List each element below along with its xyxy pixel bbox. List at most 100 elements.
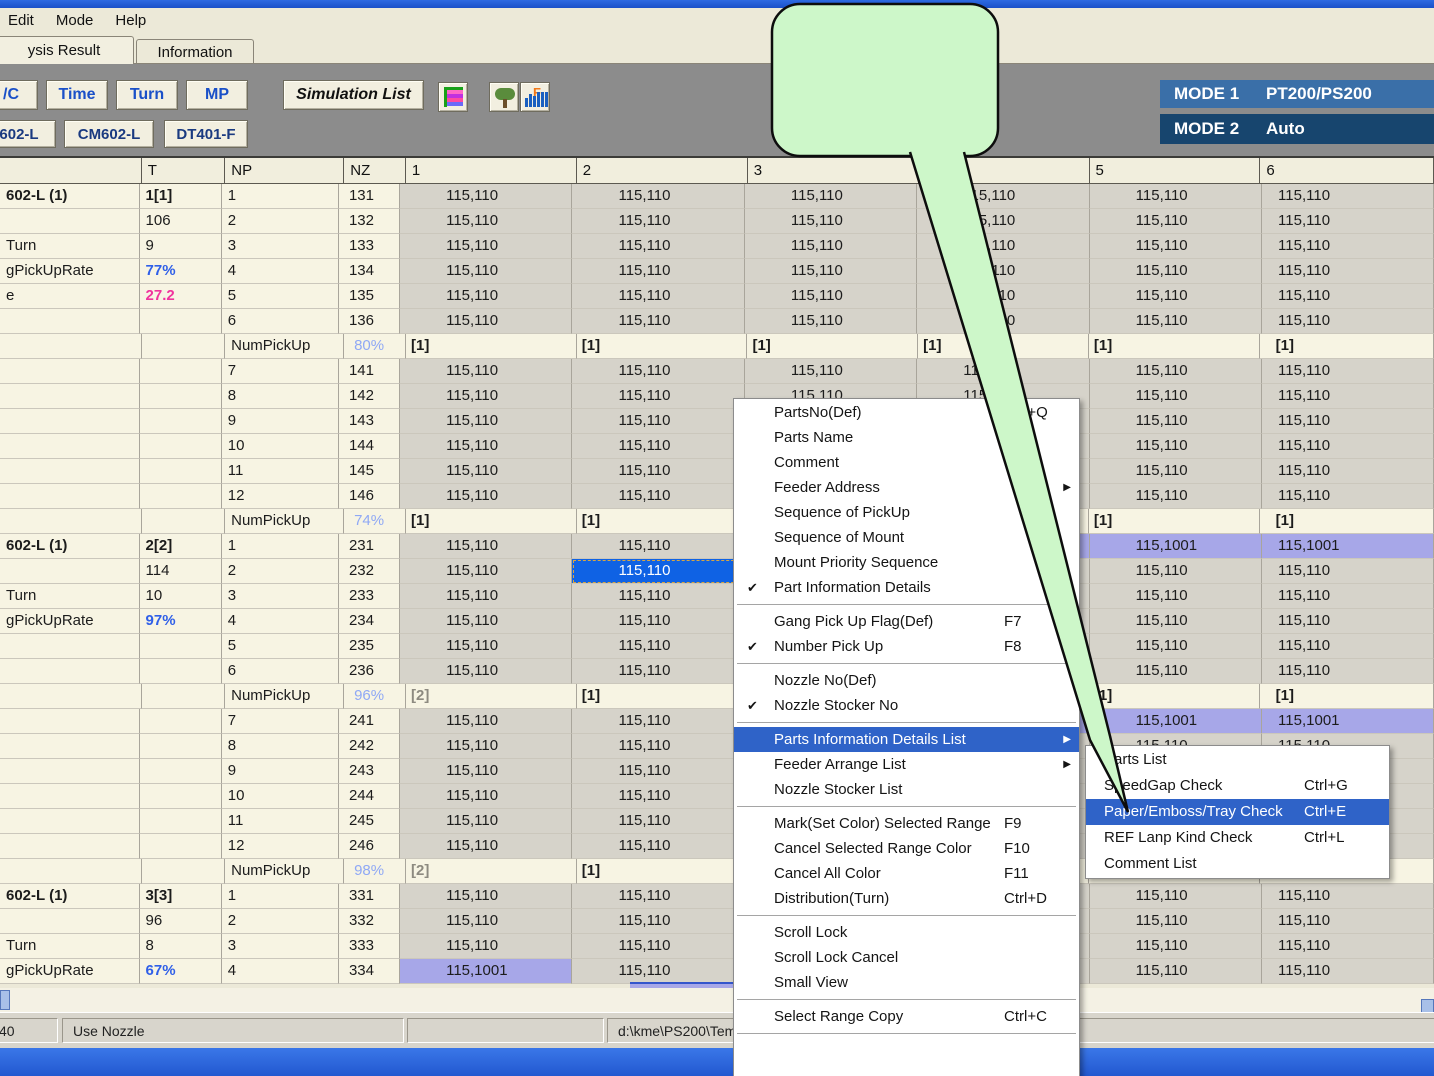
table-cell[interactable]: 115,110 bbox=[400, 434, 572, 459]
machine-button-602l[interactable]: 602-L bbox=[0, 120, 56, 148]
table-cell[interactable]: 115,110 bbox=[917, 259, 1089, 284]
table-cell[interactable]: 115,110 bbox=[572, 284, 744, 309]
table-cell[interactable]: 115,110 bbox=[917, 234, 1089, 259]
t-cell[interactable]: 77% bbox=[140, 259, 222, 284]
table-cell[interactable]: 115,110 bbox=[572, 534, 744, 559]
menu-item-sequence-of-mount[interactable]: Sequence of Mount bbox=[734, 525, 1079, 550]
t-cell[interactable]: 106 bbox=[140, 209, 222, 234]
menu-item-comment-list[interactable]: Comment List bbox=[1086, 851, 1389, 877]
table-cell[interactable]: [1] bbox=[577, 509, 748, 534]
table-cell[interactable]: [1] bbox=[1089, 684, 1260, 709]
table-cell[interactable]: 115,1001 bbox=[1262, 709, 1434, 734]
table-cell[interactable]: 115,110 bbox=[400, 834, 572, 859]
table-cell[interactable]: 115,110 bbox=[400, 309, 572, 334]
menu-item-distribution-turn[interactable]: Distribution(Turn)Ctrl+D bbox=[734, 886, 1079, 911]
np-cell[interactable]: 6 bbox=[222, 659, 339, 684]
table-cell[interactable]: 115,110 bbox=[572, 384, 744, 409]
np-cell[interactable]: 12 bbox=[222, 834, 339, 859]
menu-item-parts-name[interactable]: Parts Name bbox=[734, 425, 1079, 450]
t-cell[interactable] bbox=[140, 734, 222, 759]
nz-cell[interactable]: 244 bbox=[339, 784, 400, 809]
table-cell[interactable]: 115,110 bbox=[1090, 609, 1262, 634]
f-chart-icon[interactable]: F bbox=[520, 82, 550, 112]
tab-information[interactable]: Information bbox=[136, 39, 254, 64]
table-cell[interactable]: 115,110 bbox=[1262, 934, 1434, 959]
t-cell[interactable]: 10 bbox=[140, 584, 222, 609]
table-cell[interactable]: 115,110 bbox=[572, 234, 744, 259]
nz-cell[interactable]: 131 bbox=[339, 184, 400, 209]
np-cell[interactable]: 3 bbox=[222, 934, 339, 959]
np-cell[interactable]: 4 bbox=[222, 959, 339, 984]
np-cell[interactable]: 12 bbox=[222, 484, 339, 509]
menu-item-cancel-selected-range-color[interactable]: Cancel Selected Range ColorF10 bbox=[734, 836, 1079, 861]
nz-cell[interactable]: 242 bbox=[339, 734, 400, 759]
table-cell[interactable]: 115,1001 bbox=[1262, 534, 1434, 559]
table-cell[interactable]: [1] bbox=[577, 684, 748, 709]
table-cell[interactable]: 115,110 bbox=[572, 959, 744, 984]
table-cell[interactable]: [1] bbox=[577, 859, 748, 884]
table-cell[interactable]: 115,110 bbox=[1262, 409, 1434, 434]
nz-cell[interactable]: 245 bbox=[339, 809, 400, 834]
menu-item-nozzle-no-def[interactable]: Nozzle No(Def) bbox=[734, 668, 1079, 693]
nz-cell[interactable]: 232 bbox=[339, 559, 400, 584]
table-cell[interactable]: 115,110 bbox=[572, 359, 744, 384]
t-cell[interactable] bbox=[140, 834, 222, 859]
t-cell[interactable] bbox=[140, 359, 222, 384]
menu-item-comment[interactable]: Comment bbox=[734, 450, 1079, 475]
np-cell[interactable]: 5 bbox=[222, 284, 339, 309]
menu-mode[interactable]: Mode bbox=[56, 12, 94, 29]
nz-cell[interactable]: 134 bbox=[339, 259, 400, 284]
table-cell[interactable]: 115,110 bbox=[1090, 459, 1262, 484]
table-cell[interactable]: 115,110 bbox=[1090, 259, 1262, 284]
table-cell[interactable]: 115,110 bbox=[1262, 559, 1434, 584]
np-cell[interactable]: 2 bbox=[222, 209, 339, 234]
table-cell[interactable]: 115,110 bbox=[400, 584, 572, 609]
t-cell[interactable] bbox=[140, 309, 222, 334]
t-cell[interactable] bbox=[140, 384, 222, 409]
menu-item-nozzle-stocker-list[interactable]: Nozzle Stocker List bbox=[734, 777, 1079, 802]
menu-item-parts-list[interactable]: Parts List bbox=[1086, 747, 1389, 773]
nz-cell[interactable]: 331 bbox=[339, 884, 400, 909]
table-cell[interactable]: 115,110 bbox=[1090, 284, 1262, 309]
menu-item-paper-emboss-tray-check[interactable]: Paper/Emboss/Tray CheckCtrl+E bbox=[1086, 799, 1389, 825]
horizontal-scrollbar[interactable] bbox=[0, 988, 1434, 1012]
t-cell[interactable] bbox=[142, 684, 225, 709]
table-cell[interactable]: 115,110 bbox=[400, 534, 572, 559]
numpickup-label[interactable]: NumPickUp bbox=[225, 509, 344, 534]
table-cell[interactable]: 115,110 bbox=[1262, 259, 1434, 284]
table-cell[interactable]: [1] bbox=[1260, 334, 1434, 359]
table-cell[interactable]: 115,110 bbox=[1090, 184, 1262, 209]
np-cell[interactable]: 1 bbox=[222, 884, 339, 909]
table-cell[interactable]: [1] bbox=[577, 334, 748, 359]
np-cell[interactable]: 8 bbox=[222, 384, 339, 409]
np-cell[interactable]: 3 bbox=[222, 234, 339, 259]
table-cell[interactable]: 115,110 bbox=[572, 609, 744, 634]
menu-item-speedgap-check[interactable]: SpeedGap CheckCtrl+G bbox=[1086, 773, 1389, 799]
nz-cell[interactable]: 132 bbox=[339, 209, 400, 234]
machine-button-cm602l[interactable]: CM602-L bbox=[64, 120, 154, 148]
table-cell[interactable]: 115,1001 bbox=[1090, 534, 1262, 559]
table-cell[interactable]: 115,110 bbox=[1090, 434, 1262, 459]
table-cell[interactable]: 115,110 bbox=[1262, 584, 1434, 609]
np-cell[interactable]: 4 bbox=[222, 259, 339, 284]
t-cell[interactable]: 67% bbox=[140, 959, 222, 984]
table-cell[interactable]: 115,110 bbox=[400, 384, 572, 409]
t-cell[interactable]: 8 bbox=[140, 934, 222, 959]
table-cell[interactable]: 115,110 bbox=[1090, 884, 1262, 909]
table-cell[interactable]: 115,110 bbox=[572, 259, 744, 284]
t-cell[interactable] bbox=[140, 759, 222, 784]
t-cell[interactable] bbox=[140, 459, 222, 484]
table-cell[interactable]: 115,110 bbox=[572, 884, 744, 909]
table-cell[interactable]: 115,110 bbox=[400, 234, 572, 259]
np-cell[interactable]: 6 bbox=[222, 309, 339, 334]
table-cell[interactable]: 115,110 bbox=[572, 184, 744, 209]
view-button-time[interactable]: Time bbox=[46, 80, 108, 110]
table-cell[interactable]: 115,110 bbox=[400, 184, 572, 209]
table-cell[interactable]: 115,110 bbox=[572, 209, 744, 234]
table-cell[interactable]: 115,110 bbox=[745, 284, 917, 309]
table-cell[interactable]: 115,110 bbox=[400, 734, 572, 759]
menu-item-nozzle-stocker-no[interactable]: Nozzle Stocker No✔ bbox=[734, 693, 1079, 718]
table-cell[interactable]: 115,110 bbox=[1090, 634, 1262, 659]
nz-cell[interactable]: 241 bbox=[339, 709, 400, 734]
table-cell[interactable]: 115,110 bbox=[1090, 409, 1262, 434]
